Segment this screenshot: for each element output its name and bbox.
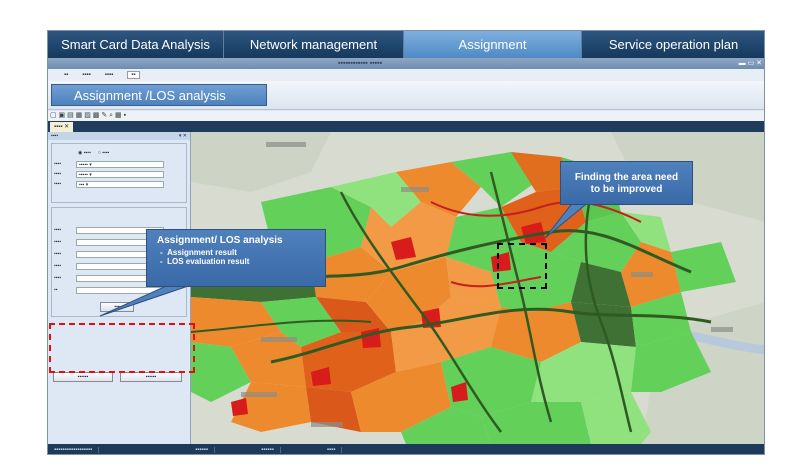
callout-assignment-item: - Assignment result [160,248,237,257]
callout-assignment-item: - LOS evaluation result [160,257,250,266]
callout-assignment-los: Assignment/ LOS analysis - Assignment re… [146,229,326,287]
callout-assignment-title: Assignment/ LOS analysis [157,235,283,246]
callout-finding-area: Finding the area need to be improved [560,161,693,205]
callout-pointers [99,195,598,317]
